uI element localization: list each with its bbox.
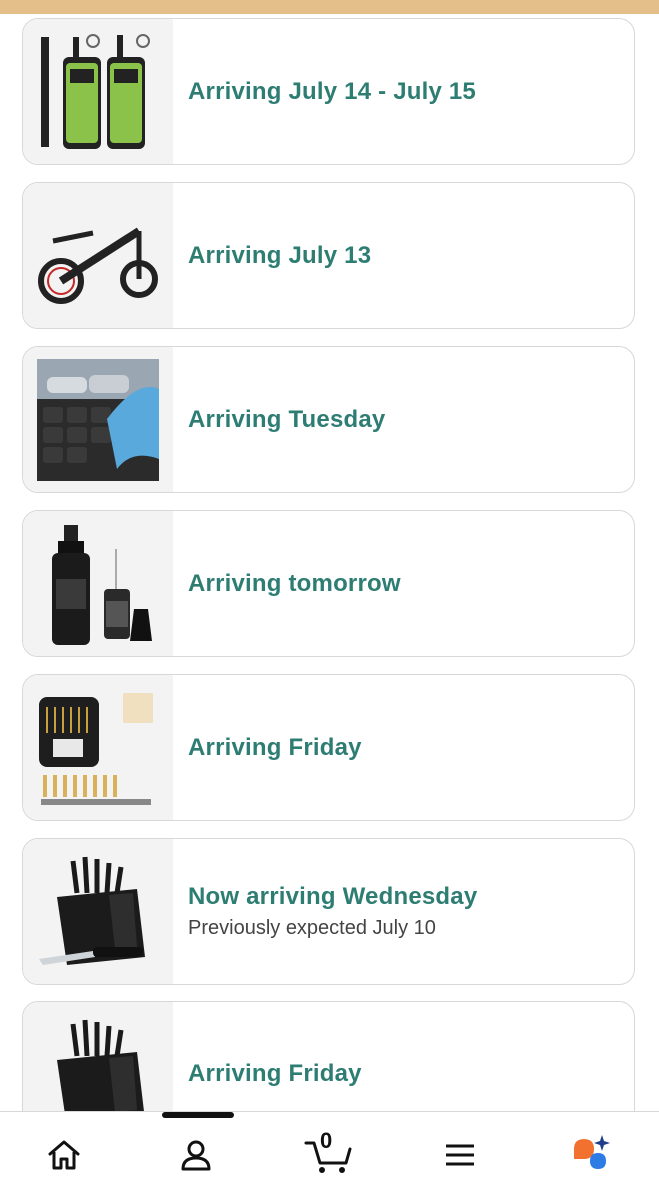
- person-icon: [181, 1140, 211, 1171]
- nav-cart-button[interactable]: 0: [296, 1128, 362, 1180]
- order-card[interactable]: Arriving tomorrow: [22, 510, 635, 657]
- order-card[interactable]: Arriving Tuesday: [22, 346, 635, 493]
- nav-account-button[interactable]: [166, 1130, 226, 1180]
- scroll-handle: [162, 1112, 234, 1118]
- mattress-topper-image: [23, 347, 173, 492]
- order-card[interactable]: Arriving July 13: [22, 182, 635, 329]
- cart-item-count: 0: [320, 1128, 333, 1153]
- order-card[interactable]: Now arriving Wednesday Previously expect…: [22, 838, 635, 985]
- home-icon: [48, 1140, 80, 1170]
- nav-assistant-button[interactable]: [560, 1130, 620, 1180]
- walkie-talkie-pair-image: [23, 19, 173, 164]
- knife-block-set-image: [23, 839, 173, 984]
- order-card[interactable]: Arriving Friday: [22, 674, 635, 821]
- nav-home-button[interactable]: [34, 1130, 94, 1180]
- gun-cleaning-kit-image: [23, 675, 173, 820]
- delivery-status: Arriving July 14 - July 15: [188, 77, 476, 105]
- assistant-icon: [574, 1135, 610, 1169]
- delivery-status: Arriving Friday: [188, 733, 362, 761]
- electric-scooter-image: [23, 183, 173, 328]
- delivery-status: Arriving tomorrow: [188, 569, 401, 597]
- delivery-status: Now arriving Wednesday: [188, 883, 478, 910]
- delivery-status: Arriving July 13: [188, 241, 372, 269]
- bottom-navigation-bar: 0: [0, 1111, 659, 1201]
- previous-delivery-note: Previously expected July 10: [188, 917, 436, 939]
- delivery-status: Arriving Friday: [188, 1060, 362, 1087]
- order-card[interactable]: Arriving July 14 - July 15: [22, 18, 635, 165]
- delivery-status: Arriving Tuesday: [188, 405, 386, 433]
- nav-menu-button[interactable]: [430, 1130, 490, 1180]
- top-header-strip: [0, 0, 659, 14]
- hamburger-icon: [446, 1144, 474, 1166]
- gun-oil-spray-bottle-image: [23, 511, 173, 656]
